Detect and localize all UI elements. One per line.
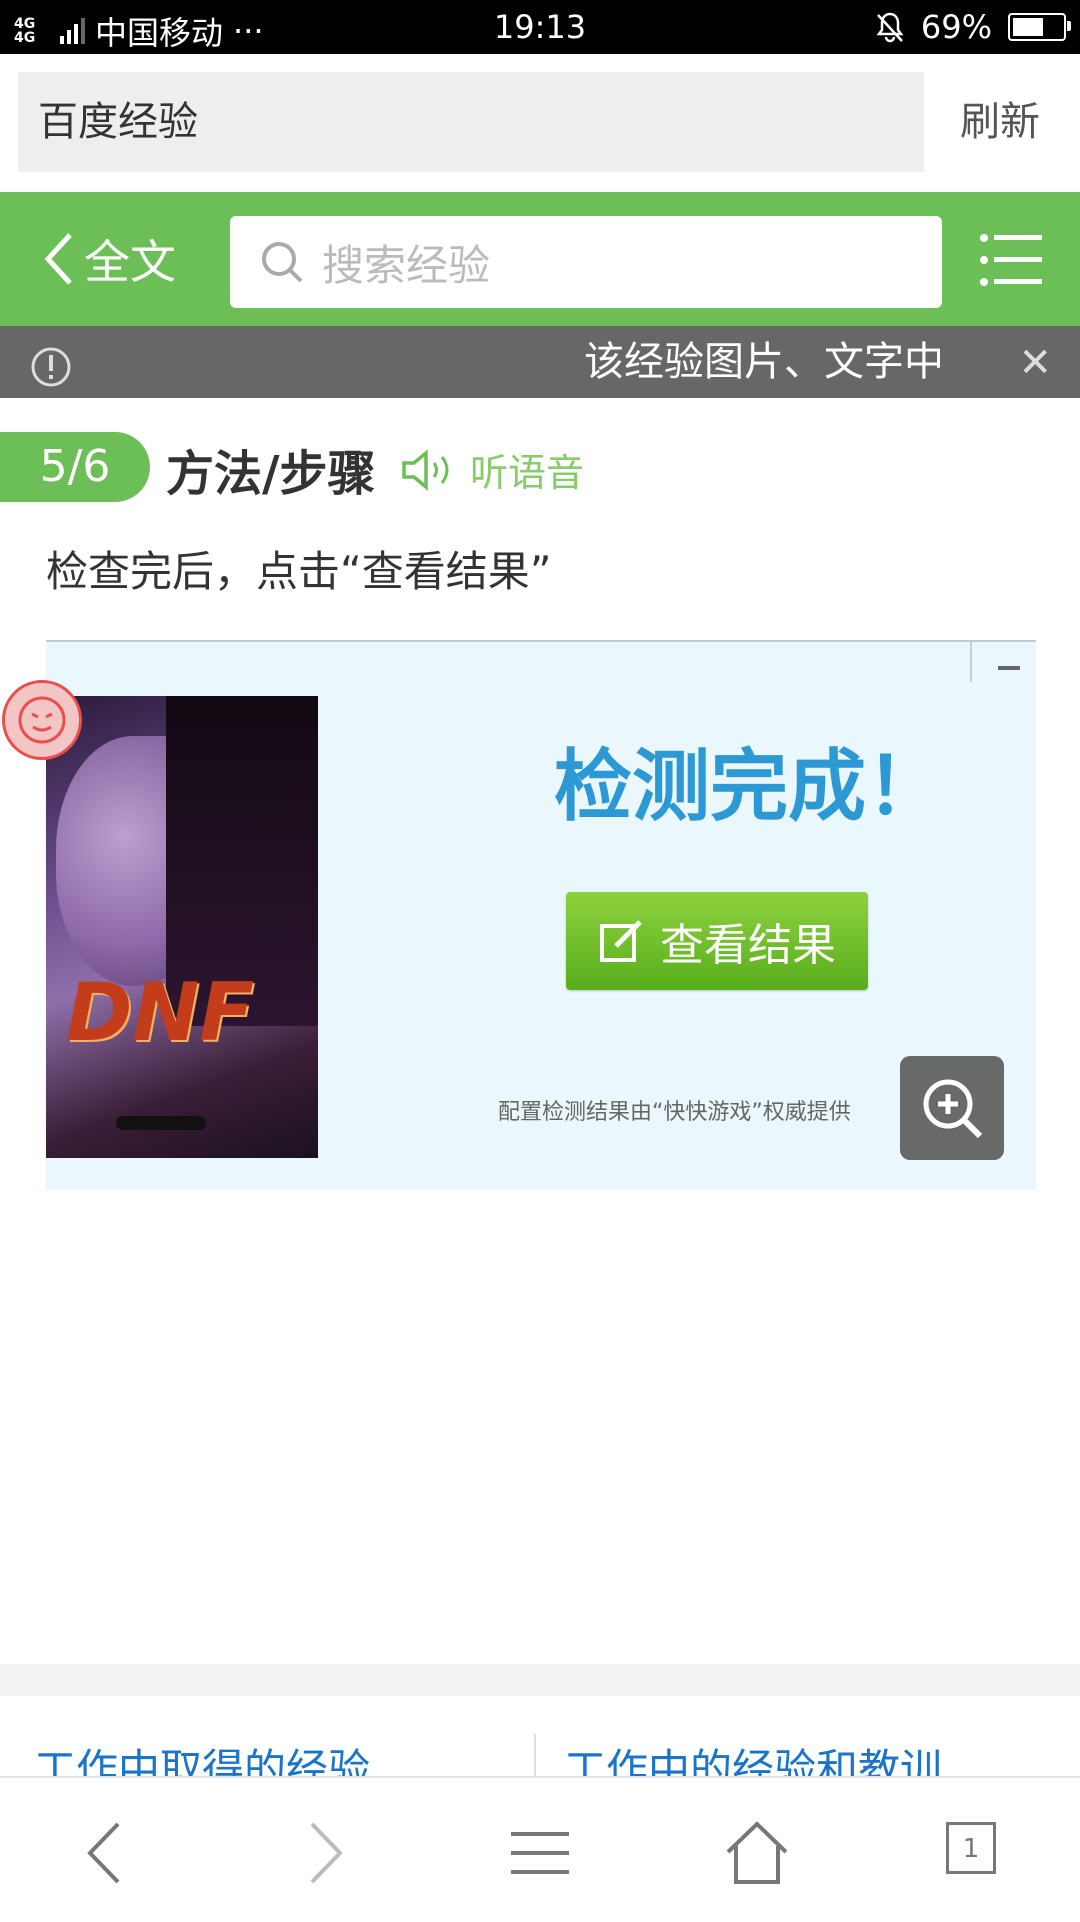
- related-experiences: 工作中取得的经验 工作中的经验和教训: [0, 1696, 1080, 1778]
- game-artwork: DNF: [46, 696, 318, 1158]
- edit-icon: [600, 920, 642, 962]
- related-link-right[interactable]: 工作中的经验和教训: [564, 1736, 942, 1778]
- menu-icon[interactable]: [980, 232, 1042, 288]
- step-description: 检查完后，点击“查看结果”: [46, 547, 552, 596]
- forward-arrow-icon[interactable]: [288, 1818, 358, 1888]
- floating-face-icon[interactable]: [2, 680, 82, 760]
- game-logo: DNF: [66, 966, 255, 1059]
- back-label: 全文: [84, 235, 176, 289]
- zoom-in-button[interactable]: [900, 1056, 1004, 1160]
- section-divider: [0, 1664, 1080, 1696]
- home-icon[interactable]: [722, 1818, 792, 1888]
- search-icon: [262, 242, 303, 283]
- listen-label: 听语音: [470, 451, 585, 495]
- battery-percent: 69%: [920, 8, 992, 46]
- menu-lines-icon[interactable]: [505, 1818, 575, 1888]
- detection-footnote: 配置检测结果由“快快游戏”权威提供: [498, 1100, 851, 1125]
- back-arrow-icon[interactable]: [72, 1818, 142, 1888]
- notice-banner: 该经验图片、文字中 ✕: [0, 326, 1080, 398]
- detection-complete-title: 检测完成！: [554, 742, 945, 832]
- related-separator: [534, 1734, 536, 1778]
- site-header: 全文 搜索经验: [0, 192, 1080, 326]
- step-image[interactable]: DNF 检测完成！ 查看结果 配置检测结果由“快快游戏”权威提供: [46, 640, 1036, 1190]
- step-counter: 5/6: [0, 432, 150, 502]
- address-field[interactable]: 百度经验: [18, 72, 924, 172]
- speaker-icon: [402, 448, 449, 491]
- browser-address-bar: 百度经验 刷新: [0, 54, 1080, 192]
- close-icon[interactable]: ✕: [1018, 340, 1052, 386]
- battery-icon: [1008, 13, 1071, 41]
- view-result-button: 查看结果: [566, 892, 868, 990]
- search-input[interactable]: 搜索经验: [230, 216, 942, 308]
- tabs-button[interactable]: 1: [938, 1818, 1008, 1888]
- tab-count: 1: [946, 1822, 996, 1874]
- related-link-left[interactable]: 工作中取得的经验: [34, 1736, 370, 1778]
- chevron-left-icon: [44, 233, 72, 285]
- listen-audio-button[interactable]: 听语音: [400, 442, 584, 497]
- refresh-button[interactable]: 刷新: [960, 72, 1040, 172]
- mute-bell-icon: [876, 12, 904, 43]
- back-to-full-text-button[interactable]: 全文: [42, 226, 176, 292]
- step-section-title: 方法/步骤: [166, 446, 376, 502]
- browser-toolbar: 1: [0, 1776, 1080, 1922]
- zoom-in-icon: [923, 1079, 983, 1139]
- search-placeholder: 搜索经验: [322, 240, 491, 290]
- notice-text: 该经验图片、文字中: [584, 339, 940, 385]
- info-icon: [31, 347, 71, 387]
- minimize-icon: [998, 666, 1020, 670]
- status-bar: 4G 4G 中国移动 ··· 19:13 69%: [0, 0, 1080, 54]
